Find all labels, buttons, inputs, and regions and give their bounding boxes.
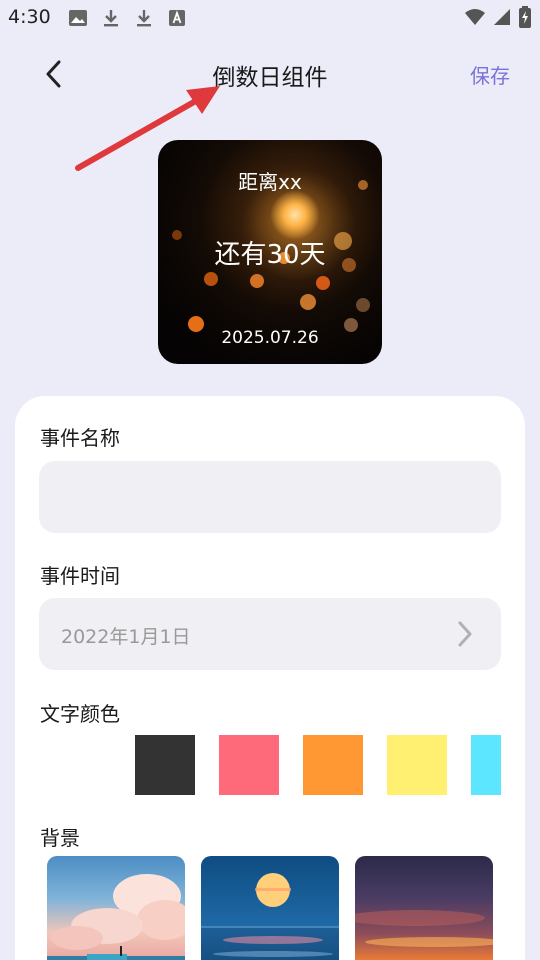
header: 倒数日组件 保存 — [0, 44, 540, 104]
status-time: 4:30 — [8, 6, 51, 28]
color-swatch-yellow[interactable] — [387, 735, 447, 795]
widget-preview: 距离xx 还有30天 2025.07.26 — [158, 140, 382, 364]
settings-card: 事件名称 事件时间 2022年1月1日 文字颜色 背景 — [15, 396, 525, 960]
status-bar: 4:30 — [0, 0, 540, 36]
text-a-icon — [169, 10, 185, 26]
battery-icon — [519, 6, 531, 28]
event-name-input[interactable] — [39, 461, 501, 533]
preview-label: 距离xx — [238, 170, 302, 194]
event-time-value: 2022年1月1日 — [61, 626, 191, 648]
color-swatch-cyan[interactable] — [471, 735, 501, 795]
preview-countdown: 还有30天 — [214, 240, 326, 270]
sunset-illustration — [201, 873, 339, 957]
text-color-label: 文字颜色 — [40, 702, 120, 726]
page-title: 倒数日组件 — [212, 65, 328, 91]
image-icon — [69, 10, 87, 26]
color-swatch-dark-gray[interactable] — [135, 735, 195, 795]
save-button[interactable]: 保存 — [470, 60, 510, 89]
download-icon — [137, 10, 151, 27]
dusk-illustration — [355, 910, 493, 947]
event-name-label: 事件名称 — [40, 426, 120, 450]
signal-icon — [494, 9, 510, 25]
background-option-clouds[interactable] — [47, 856, 185, 960]
chevron-right-icon — [458, 621, 472, 647]
color-swatch-pink[interactable] — [219, 735, 279, 795]
event-time-picker[interactable]: 2022年1月1日 — [39, 598, 501, 670]
preview-date: 2025.07.26 — [221, 328, 319, 348]
wifi-icon — [465, 9, 485, 25]
background-label: 背景 — [40, 826, 80, 850]
event-time-label: 事件时间 — [40, 564, 120, 588]
color-swatch-orange[interactable] — [303, 735, 363, 795]
background-option-dusk[interactable] — [355, 856, 493, 960]
download-icon — [104, 10, 118, 27]
clouds-illustration — [47, 874, 185, 960]
background-option-ocean-sunset[interactable] — [201, 856, 339, 960]
